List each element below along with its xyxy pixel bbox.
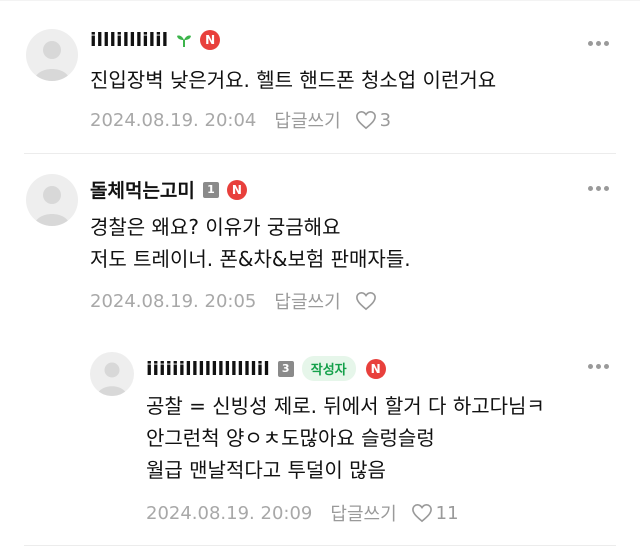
avatar[interactable]	[26, 29, 78, 81]
comment-line: 월급 맨날적다고 투덜이 많음	[146, 458, 386, 482]
top-divider	[0, 0, 640, 1]
more-options-icon[interactable]	[588, 41, 610, 47]
sprout-icon	[177, 35, 192, 47]
new-badge: N	[226, 179, 247, 200]
reply-button[interactable]: 답글쓰기	[274, 288, 340, 314]
new-badge: N	[365, 358, 386, 379]
like-count: 11	[435, 502, 459, 524]
like-button[interactable]: 3	[355, 110, 391, 131]
comment-line: 공찰 = 신빙성 제로. 뒤에서 할거 다 하고다님ㅋ	[146, 394, 545, 418]
nickname[interactable]: illlilllilil	[90, 29, 168, 51]
like-count: 3	[379, 109, 392, 131]
comment-date: 2024.08.19. 20:09	[146, 502, 313, 524]
comment-meta: 2024.08.19. 20:05 답글쓰기	[90, 288, 380, 314]
comment-meta: 2024.08.19. 20:04 답글쓰기 3	[90, 107, 391, 133]
comment-date: 2024.08.19. 20:04	[90, 109, 257, 131]
comment-line: 진입장벽 낮은거요. 헬트 핸드폰 청소업 이런거요	[90, 68, 497, 92]
writer-badge: 작성자	[301, 356, 356, 381]
heart-icon	[355, 110, 376, 130]
comment-author: illlilllilil N	[90, 29, 221, 51]
comment-divider	[24, 153, 616, 154]
comment-line: 안그런척 양ㅇㅊ도많아요 슬렁슬렁	[146, 426, 435, 450]
comment-author: iiiiiilllllllllllil 3 작성자 N	[146, 356, 386, 381]
reply-button[interactable]: 답글쓰기	[274, 107, 340, 133]
comment-text: 진입장벽 낮은거요. 헬트 핸드폰 청소업 이런거요	[90, 64, 496, 96]
comment-text: 공찰 = 신빙성 제로. 뒤에서 할거 다 하고다님ㅋ 안그런척 양ㅇㅊ도많아요…	[146, 390, 545, 486]
nickname[interactable]: 돌체먹는고미	[90, 176, 195, 203]
comment-divider	[24, 545, 616, 546]
heart-icon	[355, 291, 376, 311]
avatar[interactable]	[26, 174, 78, 226]
nickname[interactable]: iiiiiilllllllllllil	[146, 358, 270, 380]
like-button[interactable]	[355, 291, 380, 311]
new-badge: N	[200, 30, 221, 50]
reply-button[interactable]: 답글쓰기	[330, 500, 396, 526]
comment-text: 경찰은 왜요? 이유가 궁금해요 저도 트레이너. 폰&차&보험 판매자들.	[90, 211, 411, 275]
avatar[interactable]	[90, 352, 134, 396]
level-badge: 3	[277, 360, 294, 377]
level-badge: 1	[202, 181, 219, 198]
like-button[interactable]: 11	[411, 503, 459, 524]
heart-icon	[411, 503, 432, 523]
more-options-icon[interactable]	[588, 186, 610, 192]
comment-line: 저도 트레이너. 폰&차&보험 판매자들.	[90, 247, 411, 271]
comment-date: 2024.08.19. 20:05	[90, 290, 257, 312]
comment-meta: 2024.08.19. 20:09 답글쓰기 11	[146, 500, 459, 526]
more-options-icon[interactable]	[588, 364, 610, 370]
comment-line: 경찰은 왜요? 이유가 궁금해요	[90, 215, 341, 239]
comment-author: 돌체먹는고미 1 N	[90, 176, 247, 203]
